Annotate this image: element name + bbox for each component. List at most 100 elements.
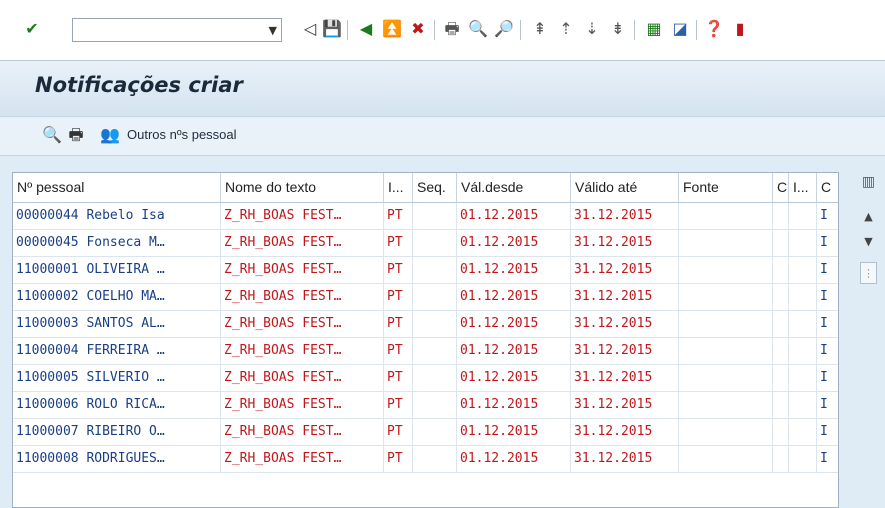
cell-text-name[interactable]: Z_RH_BOAS FEST… xyxy=(221,419,384,446)
cell-valid-from[interactable]: 01.12.2015 xyxy=(457,419,571,446)
cell-pernr[interactable]: 11000001 OLIVEIRA … xyxy=(13,257,221,284)
cell-valid-from[interactable]: 01.12.2015 xyxy=(457,284,571,311)
first-page-icon[interactable]: ⇞ xyxy=(530,19,550,39)
table-row[interactable]: 11000001 OLIVEIRA … Z_RH_BOAS FEST… PT 01.1… xyxy=(13,257,838,284)
cell-seq[interactable] xyxy=(413,203,457,230)
column-header-valid-from[interactable]: Vál.desde xyxy=(457,173,571,203)
cell-fonte[interactable] xyxy=(679,203,773,230)
table-row[interactable]: 00000044 Rebelo Isa Z_RH_BOAS FEST… PT 01.1… xyxy=(13,203,838,230)
create-session-icon[interactable]: ▦ xyxy=(644,19,664,39)
shortcut-icon[interactable]: ◪ xyxy=(670,19,690,39)
cell-seq[interactable] xyxy=(413,365,457,392)
cell-i2[interactable] xyxy=(789,446,817,473)
cell-valid-to[interactable]: 31.12.2015 xyxy=(571,203,679,230)
find-next-icon[interactable]: 🔎 xyxy=(494,19,514,39)
other-personnel-button[interactable]: Outros nºs pessoal xyxy=(127,127,237,142)
cell-c2[interactable]: I xyxy=(817,392,838,419)
cell-language[interactable]: PT xyxy=(384,392,413,419)
cell-c1[interactable] xyxy=(773,230,789,257)
find-icon[interactable]: 🔍 xyxy=(468,19,488,39)
column-header-language[interactable]: I... xyxy=(384,173,413,203)
cell-c2[interactable]: I xyxy=(817,311,838,338)
cell-i2[interactable] xyxy=(789,311,817,338)
cell-text-name[interactable]: Z_RH_BOAS FEST… xyxy=(221,284,384,311)
cell-valid-to[interactable]: 31.12.2015 xyxy=(571,338,679,365)
cell-valid-to[interactable]: 31.12.2015 xyxy=(571,311,679,338)
cell-seq[interactable] xyxy=(413,338,457,365)
cell-seq[interactable] xyxy=(413,311,457,338)
cell-valid-to[interactable]: 31.12.2015 xyxy=(571,284,679,311)
save-icon[interactable]: 💾 xyxy=(322,19,342,39)
cell-text-name[interactable]: Z_RH_BOAS FEST… xyxy=(221,392,384,419)
other-personnel-icon[interactable]: 👥 xyxy=(100,125,120,145)
cell-language[interactable]: PT xyxy=(384,446,413,473)
cell-seq[interactable] xyxy=(413,230,457,257)
cell-text-name[interactable]: Z_RH_BOAS FEST… xyxy=(221,203,384,230)
column-header-text-name[interactable]: Nome do texto xyxy=(221,173,384,203)
cell-language[interactable]: PT xyxy=(384,419,413,446)
cell-seq[interactable] xyxy=(413,419,457,446)
cell-language[interactable]: PT xyxy=(384,203,413,230)
cell-language[interactable]: PT xyxy=(384,284,413,311)
cell-pernr[interactable]: 11000007 RIBEIRO O… xyxy=(13,419,221,446)
cell-valid-from[interactable]: 01.12.2015 xyxy=(457,311,571,338)
cell-c1[interactable] xyxy=(773,365,789,392)
cell-c1[interactable] xyxy=(773,311,789,338)
cell-valid-from[interactable]: 01.12.2015 xyxy=(457,446,571,473)
column-header-i2[interactable]: I... xyxy=(789,173,817,203)
scroll-up-icon[interactable]: ▲ xyxy=(860,208,877,224)
column-header-c1[interactable]: C xyxy=(773,173,789,203)
cell-text-name[interactable]: Z_RH_BOAS FEST… xyxy=(221,446,384,473)
cell-i2[interactable] xyxy=(789,284,817,311)
table-row[interactable]: 11000007 RIBEIRO O… Z_RH_BOAS FEST… PT 01.1… xyxy=(13,419,838,446)
cell-language[interactable]: PT xyxy=(384,230,413,257)
cell-fonte[interactable] xyxy=(679,338,773,365)
cell-seq[interactable] xyxy=(413,284,457,311)
cell-c2[interactable]: I xyxy=(817,257,838,284)
cell-c2[interactable]: I xyxy=(817,419,838,446)
cell-language[interactable]: PT xyxy=(384,311,413,338)
cell-c1[interactable] xyxy=(773,392,789,419)
cell-seq[interactable] xyxy=(413,446,457,473)
table-row[interactable]: 11000008 RODRIGUES… Z_RH_BOAS FEST… PT 01.1… xyxy=(13,446,838,473)
dropdown-arrow-icon[interactable]: ▼ xyxy=(269,24,277,37)
table-row[interactable]: 11000005 SILVERIO … Z_RH_BOAS FEST… PT 01.1… xyxy=(13,365,838,392)
cell-c2[interactable]: I xyxy=(817,230,838,257)
cell-i2[interactable] xyxy=(789,338,817,365)
cell-valid-from[interactable]: 01.12.2015 xyxy=(457,338,571,365)
cell-pernr[interactable]: 11000004 FERREIRA … xyxy=(13,338,221,365)
command-field[interactable]: ▼ xyxy=(72,18,282,42)
customize-icon[interactable]: ▮ xyxy=(730,19,750,39)
cell-i2[interactable] xyxy=(789,365,817,392)
cell-valid-to[interactable]: 31.12.2015 xyxy=(571,365,679,392)
cell-seq[interactable] xyxy=(413,392,457,419)
cell-c1[interactable] xyxy=(773,446,789,473)
cell-pernr[interactable]: 11000006 ROLO RICA… xyxy=(13,392,221,419)
table-row[interactable]: 00000045 Fonseca M… Z_RH_BOAS FEST… PT 01.1… xyxy=(13,230,838,257)
table-row[interactable]: 11000003 SANTOS AL… Z_RH_BOAS FEST… PT 01.1… xyxy=(13,311,838,338)
cell-text-name[interactable]: Z_RH_BOAS FEST… xyxy=(221,365,384,392)
cell-fonte[interactable] xyxy=(679,230,773,257)
cell-fonte[interactable] xyxy=(679,446,773,473)
help-icon[interactable]: ❓ xyxy=(704,19,724,39)
table-row[interactable]: 11000002 COELHO MA… Z_RH_BOAS FEST… PT 01.1… xyxy=(13,284,838,311)
cell-c1[interactable] xyxy=(773,203,789,230)
cell-fonte[interactable] xyxy=(679,392,773,419)
cell-i2[interactable] xyxy=(789,257,817,284)
cell-valid-to[interactable]: 31.12.2015 xyxy=(571,419,679,446)
cell-valid-to[interactable]: 31.12.2015 xyxy=(571,446,679,473)
column-header-pernr[interactable]: Nº pessoal xyxy=(13,173,221,203)
cell-language[interactable]: PT xyxy=(384,338,413,365)
cell-valid-to[interactable]: 31.12.2015 xyxy=(571,230,679,257)
cell-fonte[interactable] xyxy=(679,419,773,446)
cell-i2[interactable] xyxy=(789,230,817,257)
cell-pernr[interactable]: 11000005 SILVERIO … xyxy=(13,365,221,392)
cell-pernr[interactable]: 11000008 RODRIGUES… xyxy=(13,446,221,473)
cell-pernr[interactable]: 11000003 SANTOS AL… xyxy=(13,311,221,338)
column-header-fonte[interactable]: Fonte xyxy=(679,173,773,203)
cell-pernr[interactable]: 00000044 Rebelo Isa xyxy=(13,203,221,230)
cell-seq[interactable] xyxy=(413,257,457,284)
print-icon[interactable]: 🖶 xyxy=(442,19,462,39)
column-settings-icon[interactable]: ▥ xyxy=(860,172,877,192)
cell-text-name[interactable]: Z_RH_BOAS FEST… xyxy=(221,311,384,338)
